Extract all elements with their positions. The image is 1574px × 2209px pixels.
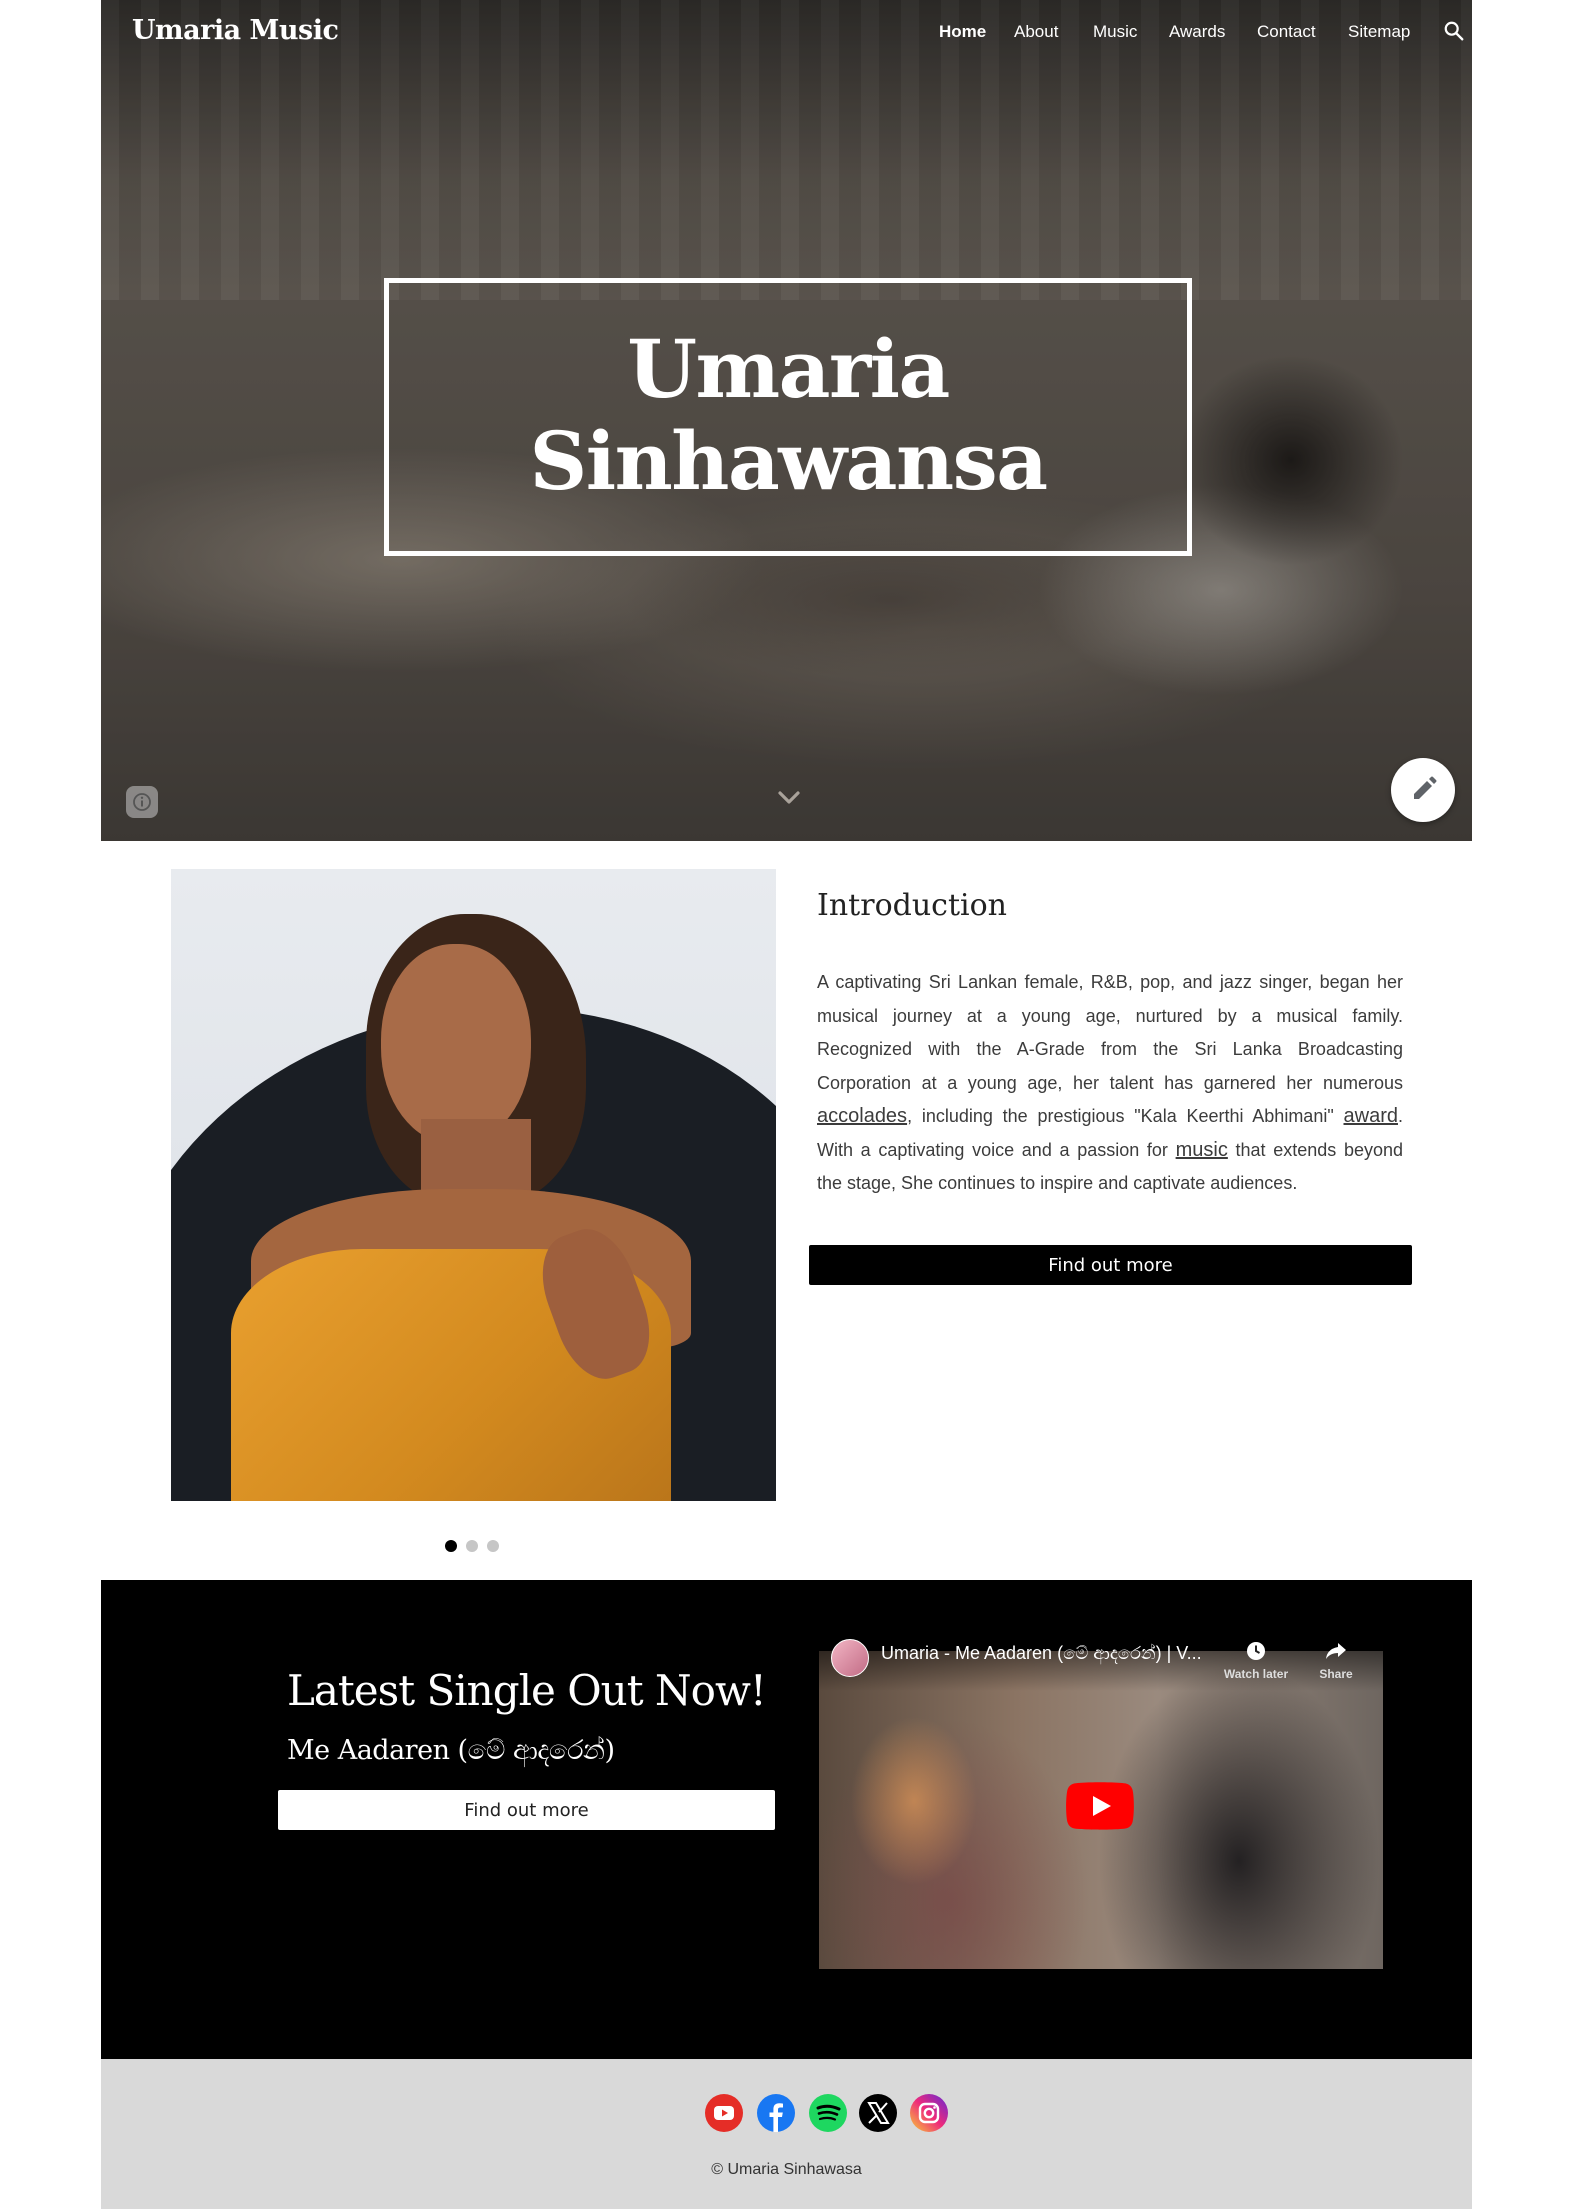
edit-button[interactable] bbox=[1391, 758, 1455, 822]
facebook-glyph bbox=[769, 2103, 783, 2132]
nav-item-awards[interactable]: Awards bbox=[1169, 22, 1225, 42]
nav-item-contact[interactable]: Contact bbox=[1257, 22, 1316, 42]
nav-item-sitemap[interactable]: Sitemap bbox=[1348, 22, 1410, 42]
spotify-glyph bbox=[816, 2104, 841, 2121]
channel-avatar[interactable] bbox=[831, 1639, 869, 1677]
video-title[interactable]: Umaria - Me Aadaren (මේ ආදරෙන්) | V... bbox=[881, 1643, 1202, 1664]
instagram-icon[interactable] bbox=[910, 2094, 948, 2132]
youtube-icon[interactable] bbox=[705, 2094, 743, 2132]
chevron-down-icon[interactable] bbox=[775, 784, 803, 812]
share-button[interactable]: Share bbox=[1301, 1641, 1371, 1681]
award-link[interactable]: award bbox=[1344, 1105, 1398, 1127]
single-subtitle: Me Aadaren (මේ ආදරෙන්) bbox=[287, 1735, 615, 1766]
hero-title-box: Umaria Sinhawansa bbox=[384, 278, 1192, 556]
share-icon bbox=[1326, 1643, 1346, 1659]
top-navigation: Umaria Music Home About Music Awards Con… bbox=[101, 0, 1472, 66]
youtube-glyph bbox=[714, 2106, 734, 2120]
intro-paragraph: A captivating Sri Lankan female, R&B, po… bbox=[817, 966, 1403, 1201]
share-label: Share bbox=[1319, 1667, 1353, 1681]
youtube-play-icon[interactable] bbox=[1066, 1782, 1134, 1830]
nav-item-home[interactable]: Home bbox=[939, 22, 986, 42]
x-icon[interactable] bbox=[859, 2094, 897, 2132]
youtube-video-embed[interactable]: Umaria - Me Aadaren (මේ ආදරෙන්) | V... W… bbox=[819, 1629, 1383, 1969]
hero-title: Umaria Sinhawansa bbox=[389, 323, 1187, 507]
facebook-icon[interactable] bbox=[757, 2094, 795, 2132]
info-icon[interactable] bbox=[126, 786, 158, 818]
hero-title-line-2: Sinhawansa bbox=[529, 414, 1048, 508]
intro-find-out-more-button[interactable]: Find out more bbox=[809, 1245, 1412, 1285]
carousel-dot-2[interactable] bbox=[466, 1540, 478, 1552]
intro-text-part: A captivating Sri Lankan female, R&B, po… bbox=[817, 972, 1403, 1093]
instagram-glyph bbox=[918, 2102, 940, 2124]
intro-heading: Introduction bbox=[817, 888, 1007, 923]
page: Umaria Music Home About Music Awards Con… bbox=[101, 0, 1472, 2209]
carousel-dot-3[interactable] bbox=[487, 1540, 499, 1552]
search-icon[interactable] bbox=[1443, 20, 1465, 42]
latest-single-section: Latest Single Out Now! Me Aadaren (මේ ආද… bbox=[101, 1580, 1472, 2059]
site-title[interactable]: Umaria Music bbox=[132, 15, 339, 46]
intro-carousel-image bbox=[171, 869, 776, 1501]
hero-title-line-1: Umaria bbox=[627, 322, 950, 416]
intro-text-part: , including the prestigious "Kala Keerth… bbox=[907, 1106, 1344, 1126]
footer: © Umaria Sinhawasa bbox=[101, 2059, 1472, 2209]
copyright-text: © Umaria Sinhawasa bbox=[711, 2161, 862, 2178]
clock-icon bbox=[1247, 1642, 1265, 1660]
x-glyph bbox=[867, 2102, 890, 2124]
photo-face bbox=[381, 944, 531, 1144]
single-find-out-more-button[interactable]: Find out more bbox=[278, 1790, 775, 1830]
info-icon-glyph bbox=[133, 793, 151, 811]
music-link[interactable]: music bbox=[1176, 1139, 1228, 1161]
nav-item-music[interactable]: Music bbox=[1093, 22, 1137, 42]
spotify-icon[interactable] bbox=[809, 2094, 847, 2132]
accolades-link[interactable]: accolades bbox=[817, 1105, 907, 1127]
carousel-dot-1[interactable] bbox=[445, 1540, 457, 1552]
pencil-icon bbox=[1414, 776, 1437, 799]
watch-later-button[interactable]: Watch later bbox=[1221, 1641, 1291, 1681]
hero-banner: Umaria Music Home About Music Awards Con… bbox=[101, 0, 1472, 841]
single-title: Latest Single Out Now! bbox=[287, 1666, 767, 1715]
watch-later-label: Watch later bbox=[1223, 1667, 1289, 1681]
nav-item-about[interactable]: About bbox=[1014, 22, 1058, 42]
